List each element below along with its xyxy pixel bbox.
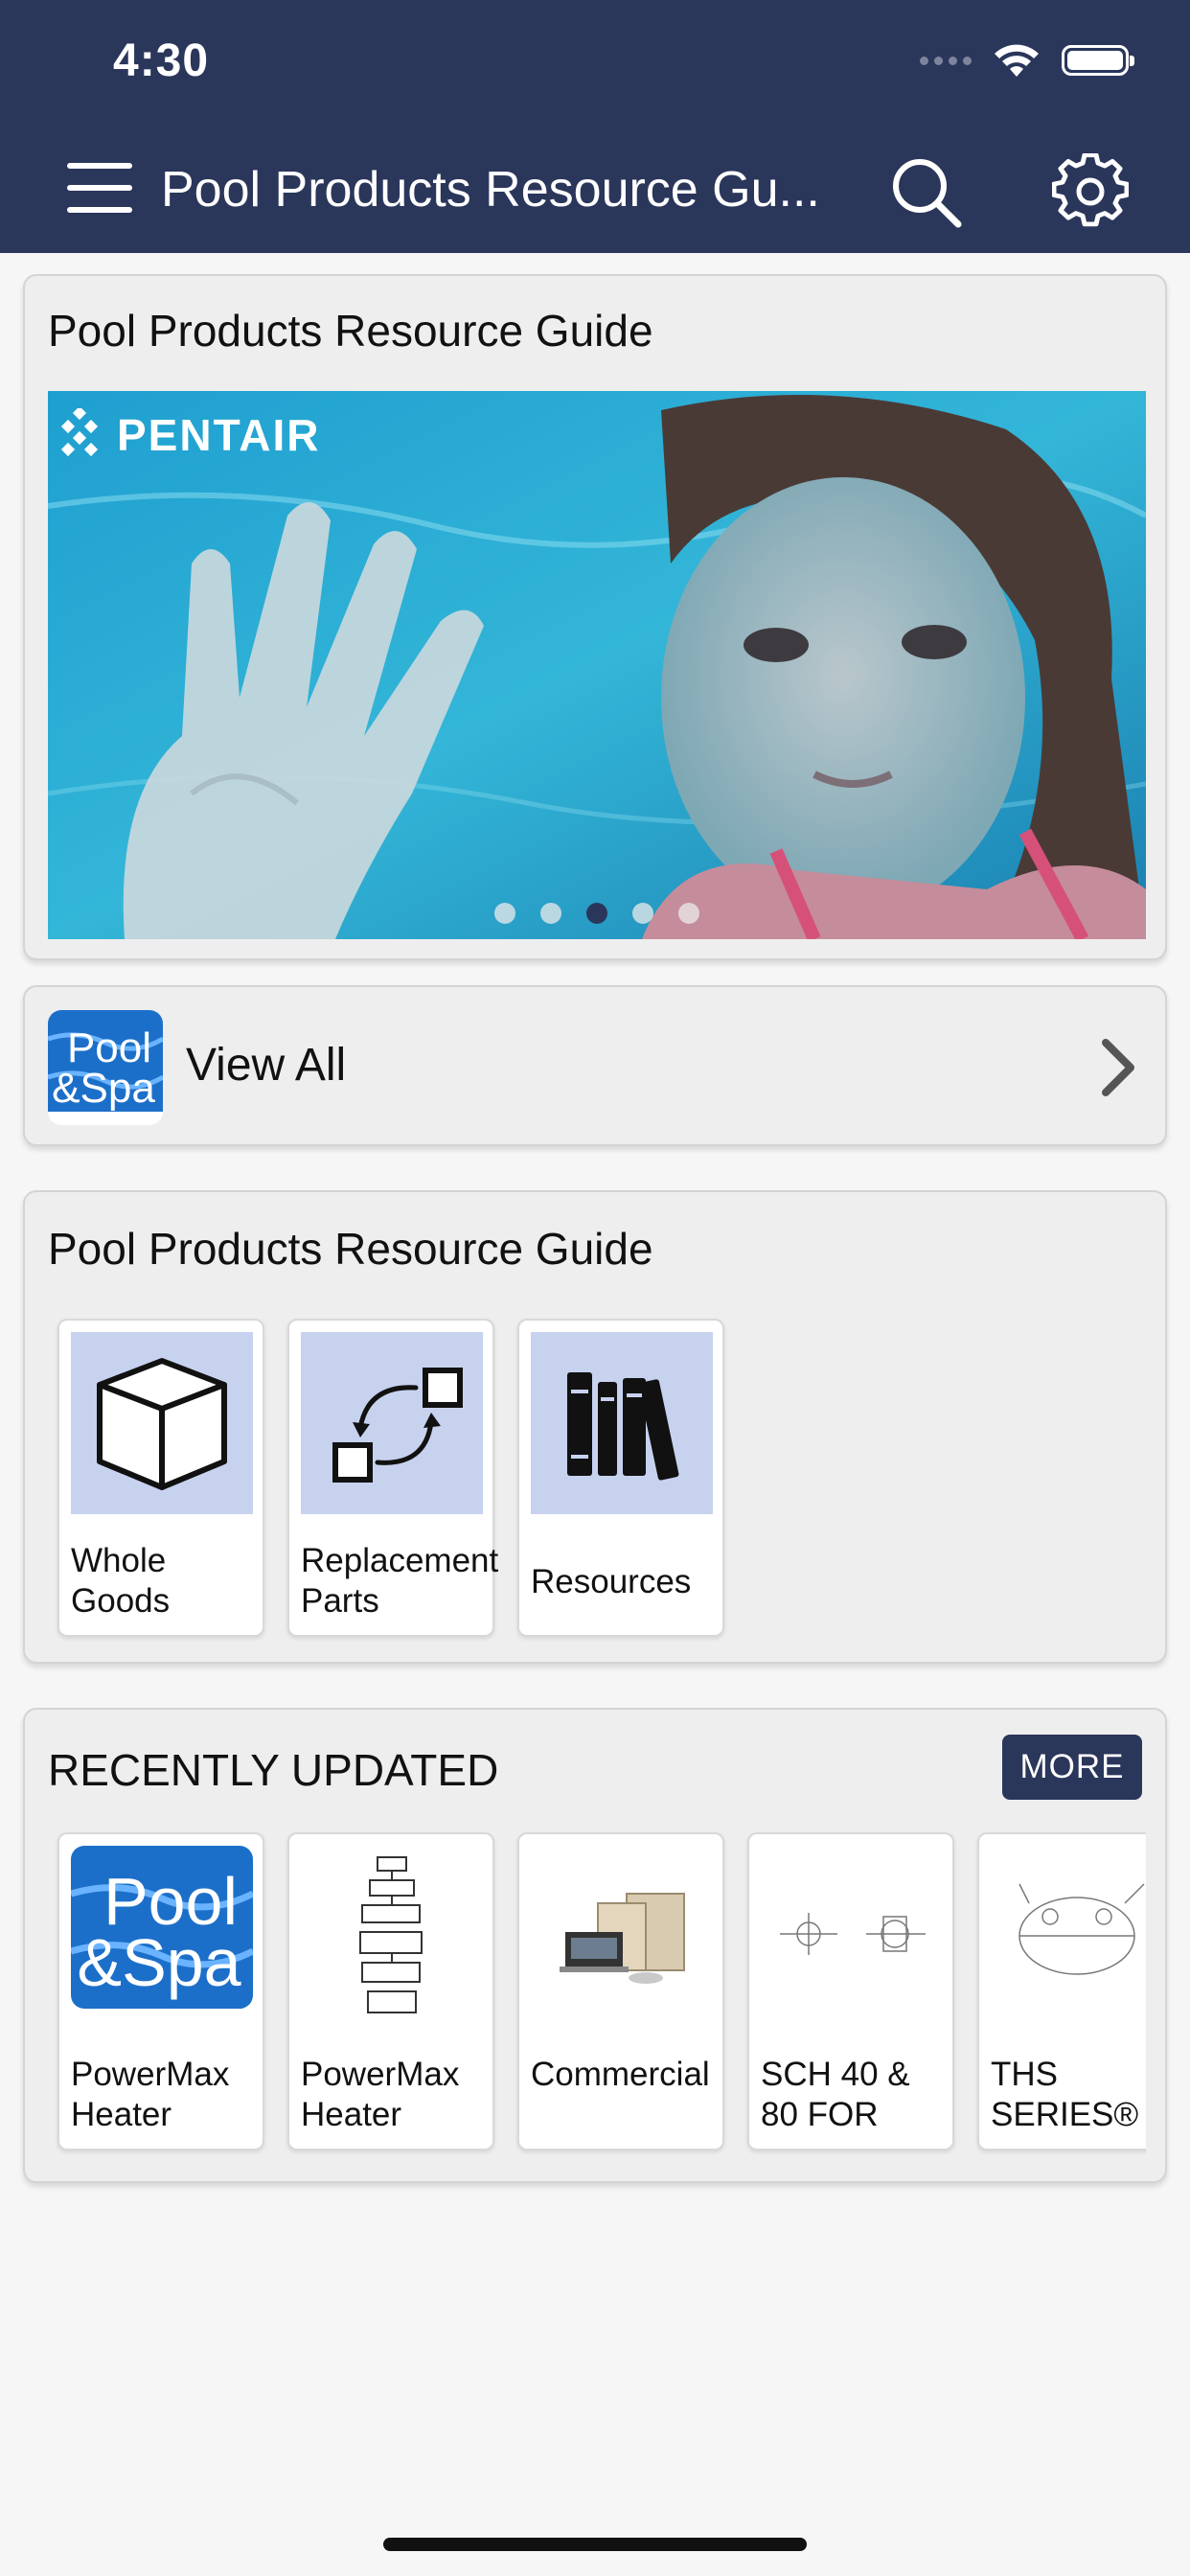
wifi-icon [995, 44, 1039, 77]
tile-label: Commercial [531, 2056, 710, 2093]
menu-button[interactable] [67, 163, 132, 213]
app-header: 4:30 Pool Products Resource Gu... [0, 0, 1190, 253]
recently-updated-title: RECENTLY UPDATED [48, 1745, 499, 1795]
categories-card: Pool Products Resource Guide Whole Goods [23, 1190, 1167, 1664]
pipe-diagram-image [761, 1846, 943, 2028]
signal-icon [920, 56, 972, 65]
category-tile-whole-goods[interactable]: Whole Goods [57, 1319, 264, 1637]
status-time: 4:30 [113, 35, 210, 86]
swap-arrows-icon [301, 1332, 483, 1514]
commercial-equipment-image [531, 1846, 713, 2028]
category-tile-replacement-parts[interactable]: Replacement Parts [287, 1319, 499, 1637]
carousel-dot[interactable] [632, 903, 653, 924]
pentair-logo-text: PENTAIR [117, 410, 321, 460]
carousel-dot-active[interactable] [586, 903, 607, 924]
filter-diagram-image [991, 1846, 1146, 2028]
carousel-dot[interactable] [678, 903, 699, 924]
carousel-indicator[interactable] [48, 903, 1146, 924]
battery-icon [1062, 45, 1134, 76]
home-indicator[interactable] [383, 2538, 807, 2551]
carousel-dot[interactable] [540, 903, 561, 924]
pentair-logo: PENTAIR [56, 408, 321, 462]
chevron-right-icon [1102, 1039, 1134, 1096]
page-title: Pool Products Resource Gu... [161, 162, 820, 218]
tile-label: SCH 40 & 80 FOR [761, 2056, 910, 2133]
box-icon [71, 1332, 253, 1514]
tile-label: THS SERIES® [991, 2056, 1139, 2133]
recent-item[interactable]: SCH 40 & 80 FOR [747, 1832, 954, 2150]
recent-item[interactable]: Pool &Spa PowerMax Heater [57, 1832, 264, 2150]
gear-icon[interactable] [1052, 153, 1129, 230]
view-all-label: View All [186, 1040, 347, 1091]
svg-text:&Spa: &Spa [77, 1925, 240, 2000]
search-icon[interactable] [887, 153, 964, 230]
hero-card-title: Pool Products Resource Guide [48, 306, 653, 356]
status-icons [920, 42, 1134, 79]
pentair-logo-mark-icon [60, 408, 99, 457]
carousel-dot[interactable] [494, 903, 515, 924]
hero-photo [48, 391, 1146, 939]
tile-label: Replacement Parts [301, 1542, 499, 1620]
tile-label: PowerMax Heater [301, 2056, 460, 2133]
view-all-row[interactable]: Pool &Spa View All [23, 985, 1167, 1146]
exploded-diagram-image [301, 1846, 483, 2028]
hero-card: Pool Products Resource Guide PENTAIR [23, 274, 1167, 960]
tile-label: Whole Goods [71, 1542, 171, 1620]
category-tile-resources[interactable]: Resources [517, 1319, 724, 1637]
recently-updated-card: RECENTLY UPDATED MORE Pool &Spa PowerMax… [23, 1708, 1167, 2183]
recent-item[interactable]: PowerMax Heater [287, 1832, 494, 2150]
pool-spa-logo-icon: Pool &Spa [71, 1846, 253, 2028]
more-button[interactable]: MORE [1002, 1735, 1142, 1800]
categories-card-title: Pool Products Resource Guide [48, 1224, 653, 1274]
recent-items-scroller[interactable]: Pool &Spa PowerMax Heater PowerMax Heate… [48, 1832, 1146, 2158]
recent-item[interactable]: Commercial [517, 1832, 724, 2150]
tile-label: Resources [531, 1563, 692, 1600]
logo-text-spa: &Spa [52, 1065, 155, 1112]
books-icon [531, 1332, 713, 1514]
tile-label: PowerMax Heater [71, 2056, 230, 2133]
pool-spa-logo-icon: Pool &Spa [48, 1010, 163, 1125]
hero-carousel[interactable]: PENTAIR [48, 391, 1146, 939]
recent-item[interactable]: THS SERIES® [977, 1832, 1146, 2150]
